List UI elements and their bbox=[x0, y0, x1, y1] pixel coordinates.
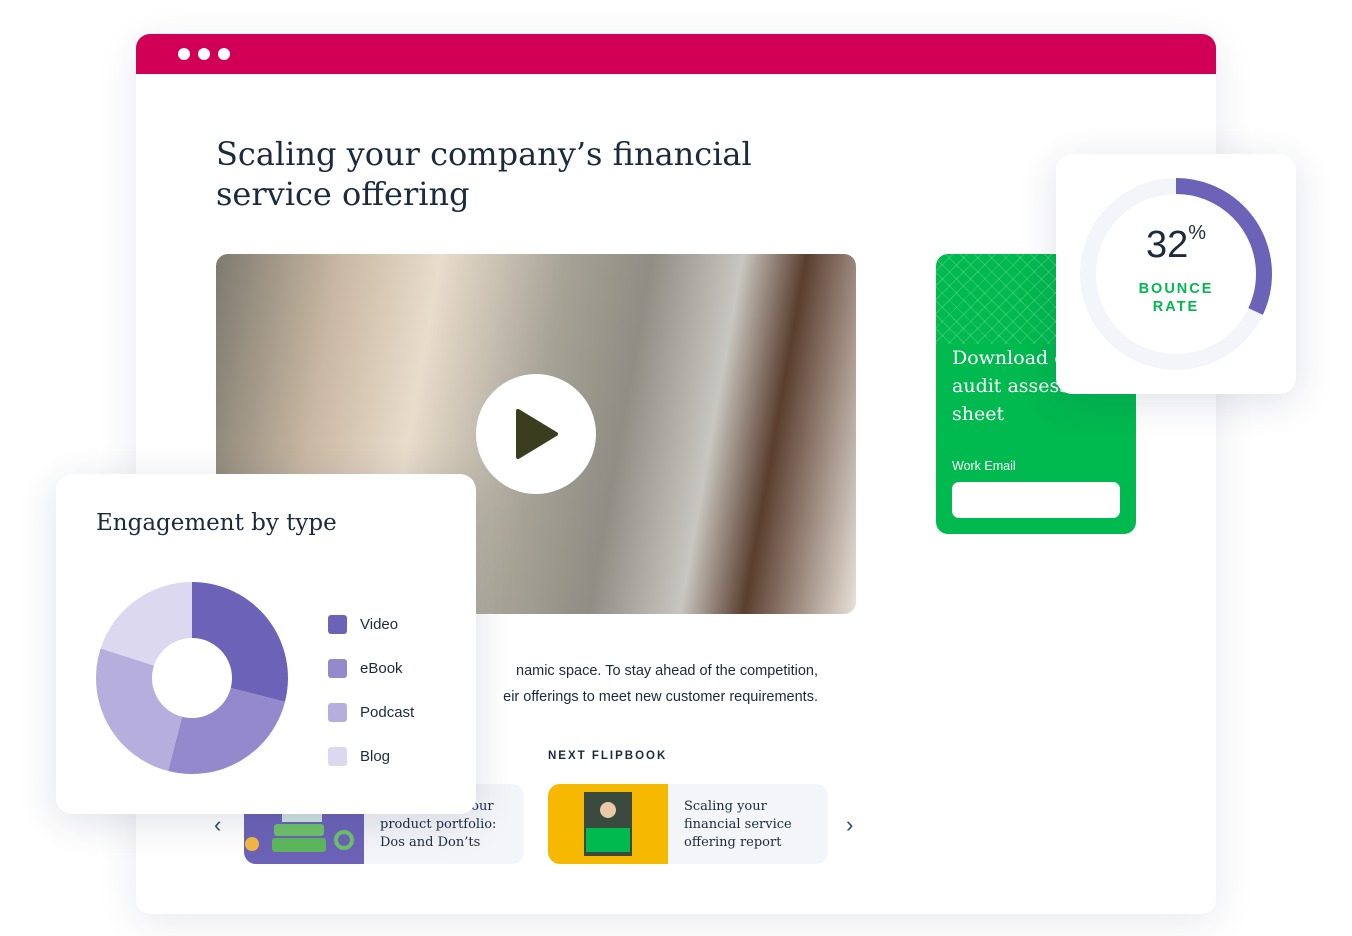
work-email-field[interactable] bbox=[952, 482, 1120, 518]
donut-chart bbox=[95, 582, 288, 774]
chart-title: Engagement by type bbox=[96, 510, 337, 536]
next-arrow-icon[interactable]: › bbox=[846, 812, 853, 838]
prev-arrow-icon[interactable]: ‹ bbox=[214, 812, 221, 838]
legend-swatch bbox=[328, 658, 347, 678]
play-button[interactable] bbox=[476, 374, 596, 494]
window-dot-icon bbox=[178, 48, 190, 60]
legend-swatch bbox=[328, 702, 347, 722]
legend-swatch bbox=[328, 614, 347, 634]
legend-label: Video bbox=[360, 615, 399, 633]
pie-slice-podcast bbox=[95, 648, 183, 771]
legend-item: eBook bbox=[328, 646, 414, 690]
flipbook-title: Scaling your financial service offering … bbox=[684, 799, 792, 850]
flipbook-thumbnail bbox=[548, 784, 668, 864]
window-title-bar bbox=[136, 34, 1216, 74]
next-flipbook-label: NEXT FLIPBOOK bbox=[548, 750, 668, 762]
value-number: 32 bbox=[1145, 224, 1189, 266]
chart-legend: Video eBook Podcast Blog bbox=[328, 602, 414, 778]
flipbook-card[interactable]: Scaling your financial service offering … bbox=[548, 784, 828, 864]
value-unit: % bbox=[1188, 222, 1207, 244]
legend-label: Podcast bbox=[360, 703, 415, 721]
window-dot-icon bbox=[198, 48, 210, 60]
legend-label: eBook bbox=[360, 659, 403, 677]
bounce-rate-card: 32% BOUNCE RATE bbox=[1056, 154, 1296, 394]
play-icon bbox=[516, 409, 558, 459]
page-title: Scaling your company’s financial service… bbox=[216, 135, 752, 213]
engagement-card: Engagement by type Video eBook Podcast Blog bbox=[56, 474, 476, 814]
email-label: Work Email bbox=[952, 459, 1016, 473]
pie-slice-ebook bbox=[168, 687, 285, 774]
legend-item: Podcast bbox=[328, 690, 414, 734]
legend-item: Blog bbox=[328, 734, 414, 778]
legend-label: Blog bbox=[360, 747, 391, 765]
grid-pattern bbox=[936, 254, 1076, 344]
bounce-rate-label: BOUNCE RATE bbox=[1138, 281, 1214, 315]
pie-slice-video bbox=[192, 582, 288, 702]
legend-swatch bbox=[328, 746, 347, 766]
window-dot-icon bbox=[218, 48, 230, 60]
legend-item: Video bbox=[328, 602, 414, 646]
bounce-rate-value: 32% bbox=[1056, 222, 1296, 267]
